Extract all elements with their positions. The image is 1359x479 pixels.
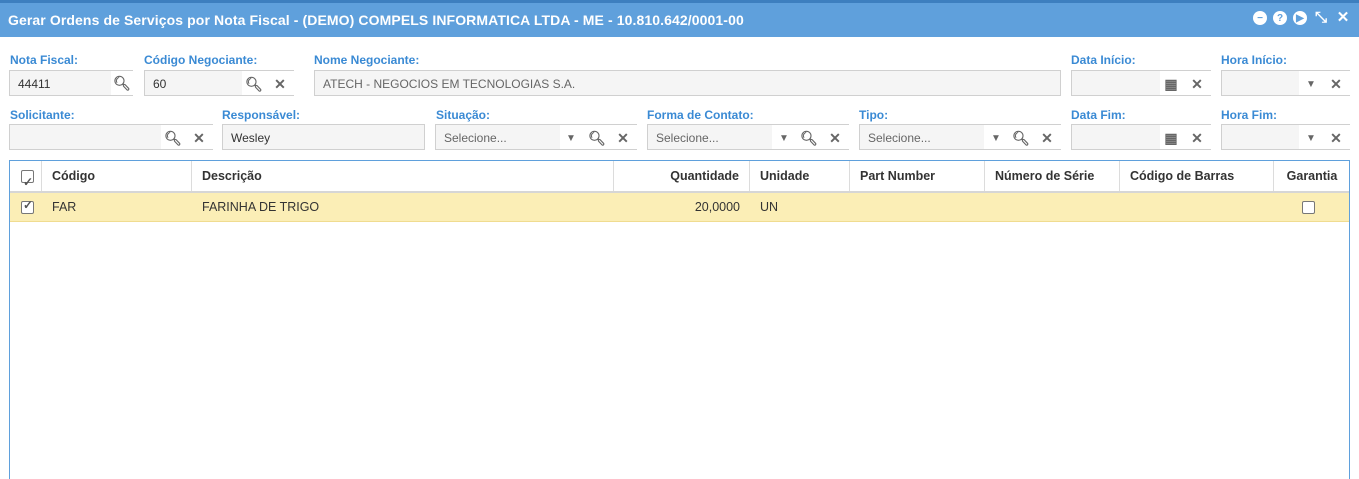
header-codigo[interactable]: Código [42,161,192,191]
close-icon[interactable]: ✕ [1335,10,1351,26]
data-fim-label: Data Fim: [1071,108,1126,122]
chevron-down-icon[interactable]: ▼ [1303,76,1319,92]
cell-codigo-barras [1120,193,1274,222]
cell-descricao: FARINHA DE TRIGO [202,200,320,214]
forma-contato-label: Forma de Contato: [647,108,754,122]
nome-negociante-field[interactable]: ATECH - NEGOCIOS EM TECNOLOGIAS S.A. [314,70,1061,96]
header-descricao[interactable]: Descrição [192,161,614,191]
grid-header: Código Descrição Quantidade Unidade Part… [10,161,1350,198]
clear-icon[interactable]: ✕ [1039,130,1055,146]
forma-contato-value: Selecione... [656,131,719,145]
codigo-negociante-label: Código Negociante: [144,53,258,67]
search-icon[interactable]: 🔍︎ [588,130,606,146]
select-all-checkbox[interactable] [21,167,34,198]
collapse-icon[interactable]: ⤡ [1313,10,1329,26]
header-quantidade[interactable]: Quantidade [614,161,750,191]
responsavel-value: Wesley [231,131,271,145]
nota-fiscal-value: 44411 [18,77,51,91]
cell-numero-serie [985,193,1120,222]
header-codigo-barras[interactable]: Código de Barras [1120,161,1274,191]
hora-inicio-label: Hora Início: [1221,53,1288,67]
garantia-checkbox[interactable] [1302,201,1315,214]
chevron-down-icon[interactable]: ▼ [776,130,792,146]
header-unidade[interactable]: Unidade [750,161,850,191]
help-icon[interactable]: ? [1273,11,1287,25]
calendar-icon[interactable]: ▦ [1163,130,1179,146]
codigo-negociante-field[interactable]: 60 🔍︎ ✕ [144,70,294,96]
tipo-value: Selecione... [868,131,931,145]
window-title: Gerar Ordens de Serviços por Nota Fiscal… [8,12,744,28]
tipo-select[interactable]: Selecione... ▼ 🔍︎ ✕ [859,124,1061,150]
search-icon[interactable]: 🔍︎ [245,76,263,92]
solicitante-field[interactable]: 🔍︎ ✕ [9,124,213,150]
next-icon[interactable]: ▶ [1293,11,1307,25]
window-titlebar: Gerar Ordens de Serviços por Nota Fiscal… [0,0,1359,37]
forma-contato-select[interactable]: Selecione... ▼ 🔍︎ ✕ [647,124,849,150]
search-icon[interactable]: 🔍︎ [164,130,182,146]
chevron-down-icon[interactable]: ▼ [563,130,579,146]
codigo-negociante-value: 60 [153,77,167,91]
search-icon[interactable]: 🔍︎ [111,71,133,95]
situacao-label: Situação: [436,108,491,122]
header-numero-serie[interactable]: Número de Série [985,161,1120,191]
responsavel-field[interactable]: Wesley [222,124,425,150]
hora-fim-label: Hora Fim: [1221,108,1278,122]
items-grid: Código Descrição Quantidade Unidade Part… [9,160,1350,479]
calendar-icon[interactable]: ▦ [1163,76,1179,92]
data-inicio-label: Data Início: [1071,53,1136,67]
solicitante-label: Solicitante: [10,108,75,122]
responsavel-label: Responsável: [222,108,301,122]
chevron-down-icon[interactable]: ▼ [988,130,1004,146]
search-icon[interactable]: 🔍︎ [1012,130,1030,146]
clear-icon[interactable]: ✕ [1328,76,1344,92]
cell-unidade: UN [760,200,779,214]
situacao-select[interactable]: Selecione... ▼ 🔍︎ ✕ [435,124,637,150]
clear-icon[interactable]: ✕ [1189,76,1205,92]
data-inicio-field[interactable]: ▦ ✕ [1071,70,1211,96]
clear-icon[interactable]: ✕ [615,130,631,146]
cell-quantidade: 20,0000 [694,200,740,214]
data-fim-field[interactable]: ▦ ✕ [1071,124,1211,150]
nota-fiscal-field[interactable]: 44411 🔍︎ [9,70,133,96]
tipo-label: Tipo: [859,108,889,122]
clear-icon[interactable]: ✕ [827,130,843,146]
clear-icon[interactable]: ✕ [1328,130,1344,146]
minimize-icon[interactable]: − [1253,11,1267,25]
search-icon[interactable]: 🔍︎ [800,130,818,146]
nome-negociante-value: ATECH - NEGOCIOS EM TECNOLOGIAS S.A. [323,77,576,91]
cell-codigo: FAR [52,200,77,214]
chevron-down-icon[interactable]: ▼ [1303,130,1319,146]
clear-icon[interactable]: ✕ [191,130,207,146]
clear-icon[interactable]: ✕ [272,76,288,92]
cell-part-number [850,193,985,222]
table-row[interactable]: FAR FARINHA DE TRIGO 20,0000 UN [10,193,1349,222]
hora-inicio-field[interactable]: ▼ ✕ [1221,70,1350,96]
row-select-checkbox[interactable] [21,198,34,214]
nota-fiscal-label: Nota Fiscal: [10,53,79,67]
nome-negociante-label: Nome Negociante: [314,53,420,67]
clear-icon[interactable]: ✕ [1189,130,1205,146]
hora-fim-field[interactable]: ▼ ✕ [1221,124,1350,150]
header-part-number[interactable]: Part Number [850,161,985,191]
select-all-cell[interactable] [10,161,42,198]
situacao-value: Selecione... [444,131,507,145]
header-garantia[interactable]: Garantia [1274,161,1350,191]
